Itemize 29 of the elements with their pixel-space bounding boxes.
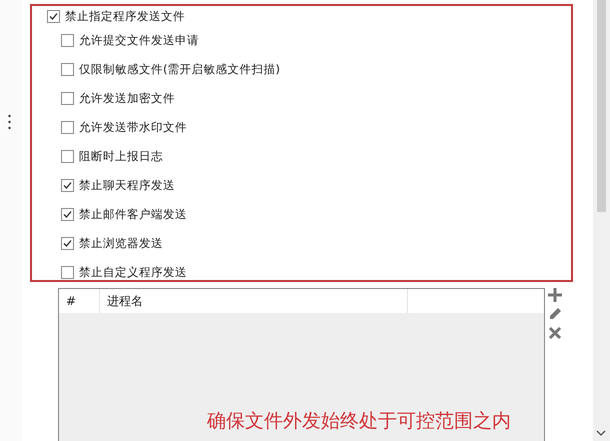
column-header[interactable]: 进程名: [100, 289, 408, 313]
checkbox-label[interactable]: 禁止邮件客户端发送: [79, 207, 187, 222]
checkbox[interactable]: [61, 92, 74, 105]
scroll-down-icon[interactable]: [596, 430, 606, 437]
checkbox-label[interactable]: 禁止聊天程序发送: [79, 178, 175, 193]
edit-icon[interactable]: [548, 307, 562, 321]
checkbox-label[interactable]: 允许提交文件发送申请: [79, 33, 199, 48]
checkbox-label[interactable]: 允许发送带水印文件: [79, 120, 187, 135]
scrollbar-thumb[interactable]: [597, 0, 606, 212]
checkbox[interactable]: [61, 34, 74, 47]
checkbox[interactable]: [61, 179, 74, 192]
checkbox-label[interactable]: 仅限制敏感文件(需开启敏感文件扫描): [79, 62, 280, 77]
checkbox[interactable]: [61, 266, 74, 279]
checkbox[interactable]: [61, 150, 74, 163]
checkbox-label[interactable]: 允许发送加密文件: [79, 91, 175, 106]
checkbox-label[interactable]: 禁止自定义程序发送: [79, 265, 187, 280]
checkbox[interactable]: [61, 63, 74, 76]
checkbox[interactable]: [61, 237, 74, 250]
checkbox[interactable]: [47, 10, 60, 22]
caption: 确保文件外发始终处于可控范围之内: [207, 409, 511, 434]
checkbox-label[interactable]: 阻断时上报日志: [79, 149, 163, 164]
checkbox[interactable]: [61, 208, 74, 221]
drag-handle-icon[interactable]: [8, 114, 11, 130]
delete-icon[interactable]: [548, 326, 562, 340]
checkbox-label[interactable]: 禁止浏览器发送: [79, 236, 163, 251]
add-icon[interactable]: [548, 288, 562, 302]
column-header[interactable]: #: [59, 289, 100, 313]
checkbox[interactable]: [61, 121, 74, 134]
checkbox-label[interactable]: 禁止指定程序发送文件: [65, 8, 185, 24]
